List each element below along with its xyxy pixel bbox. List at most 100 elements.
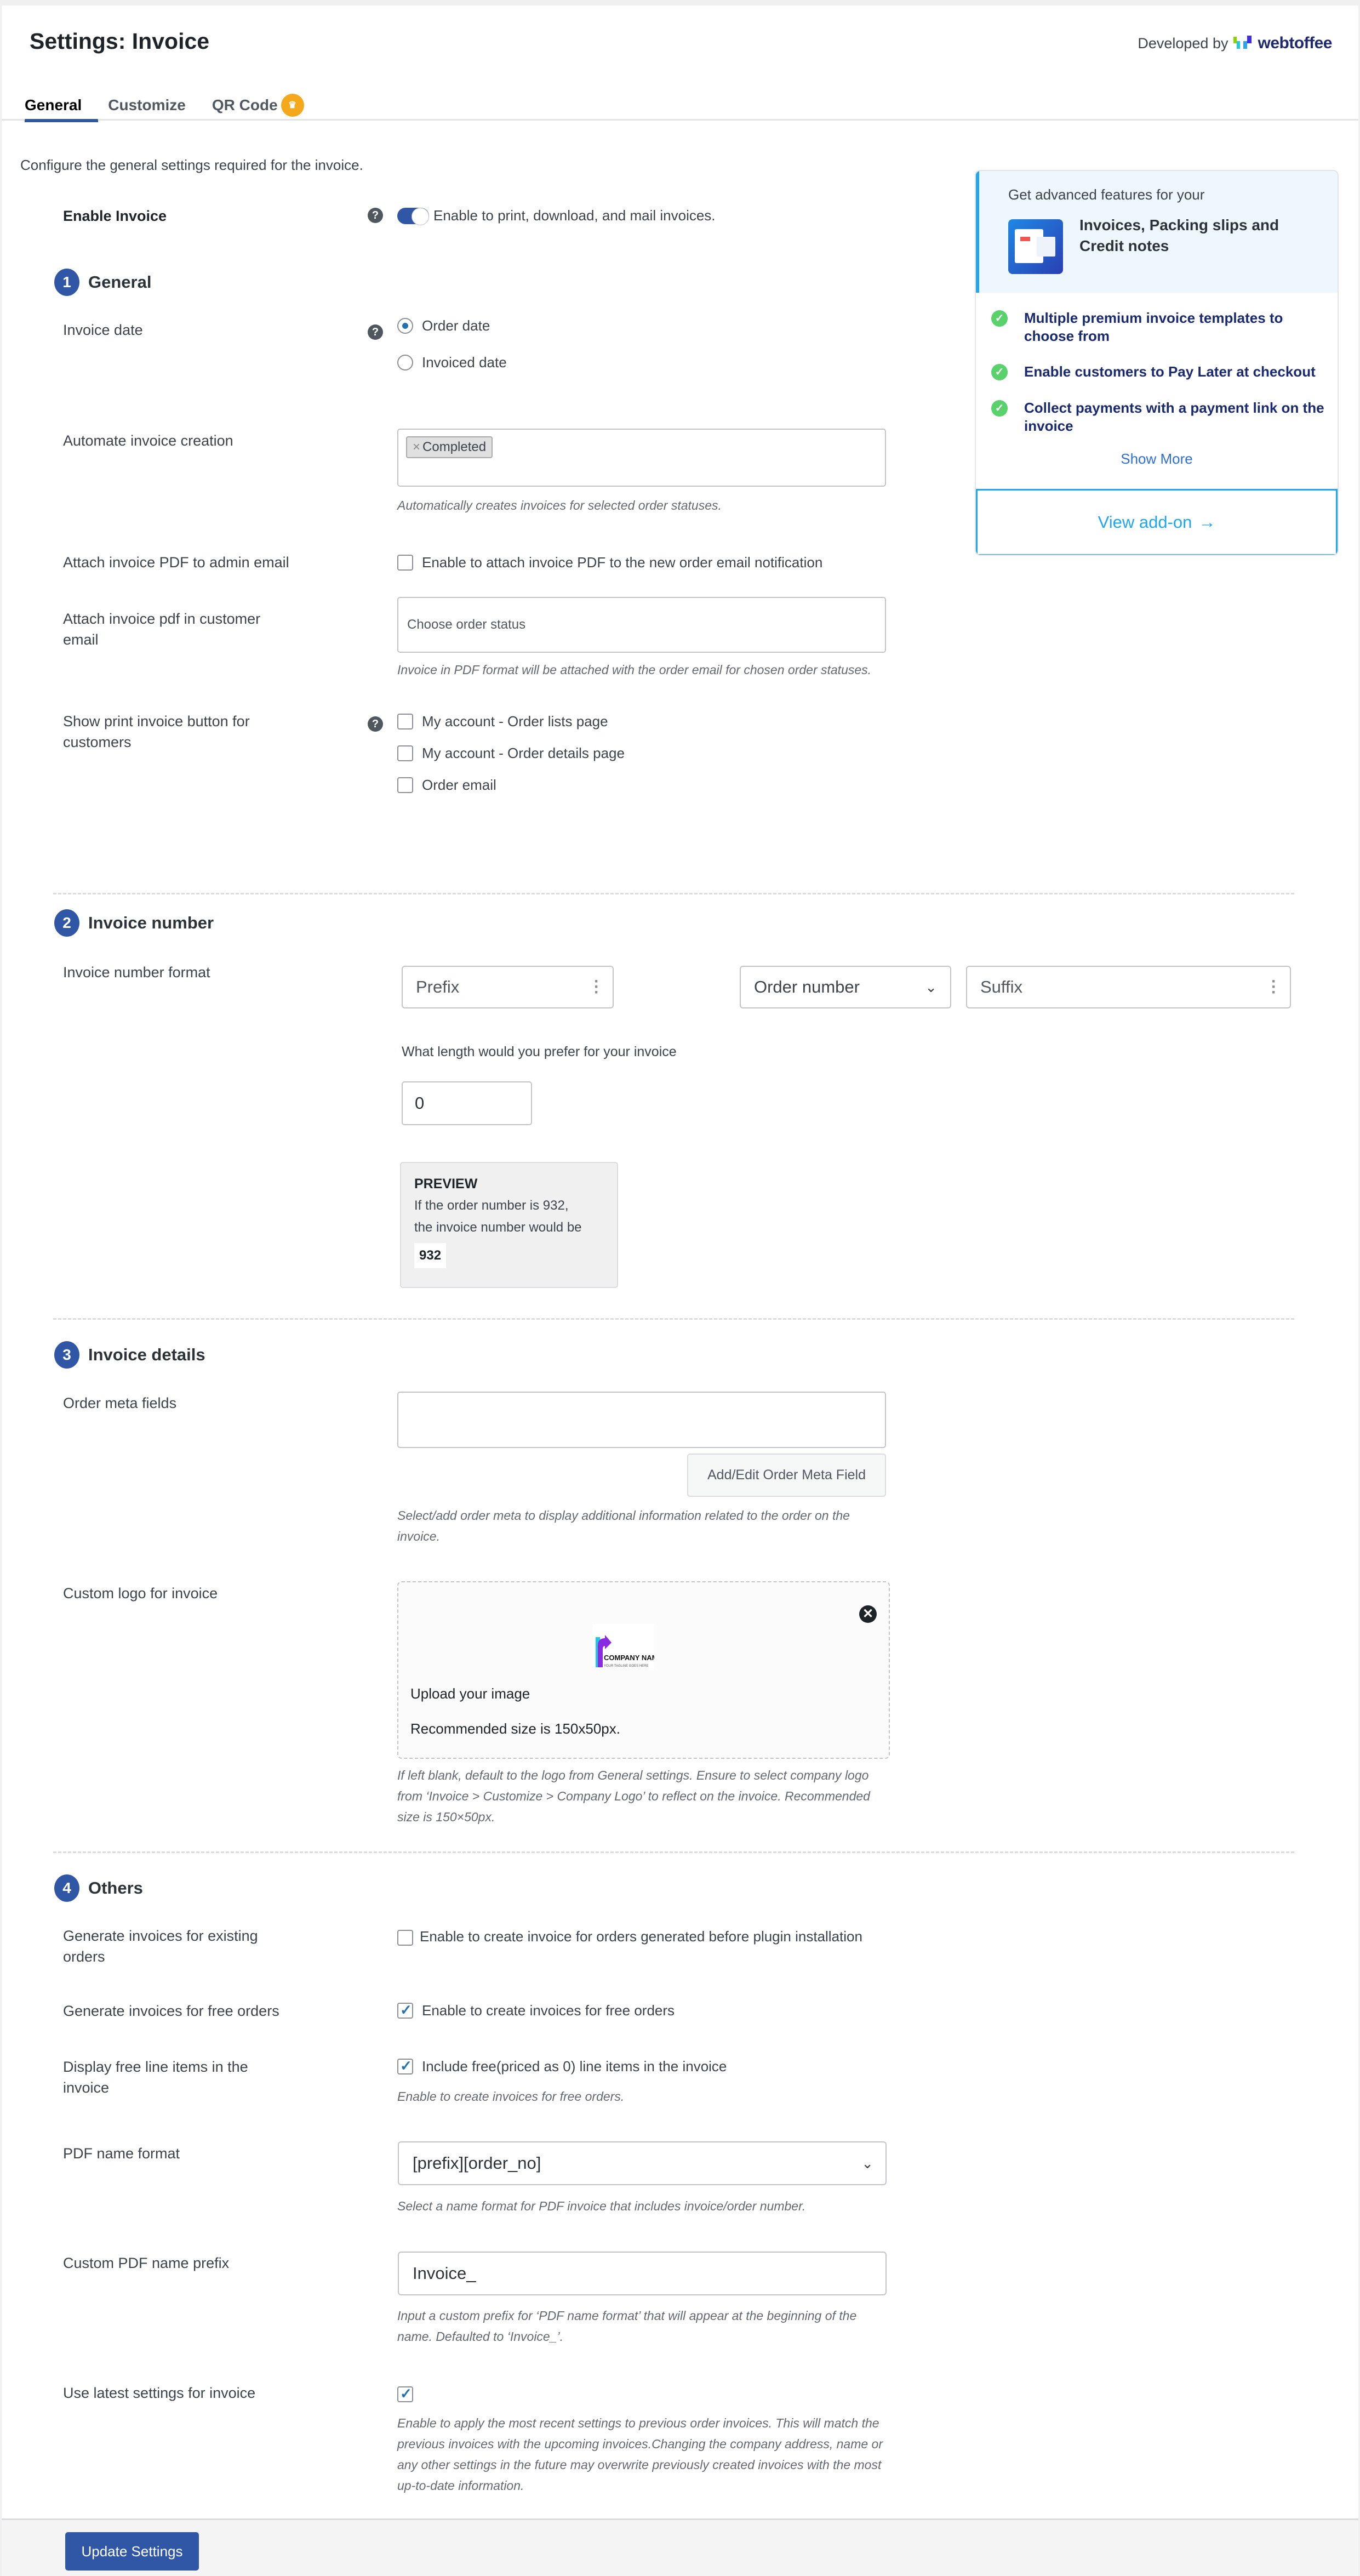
order-date-radio[interactable] [397,318,413,334]
suffix-field[interactable]: Suffix · · · [966,966,1291,1008]
existing-orders-checkbox[interactable] [397,1929,413,1946]
section-divider [53,1318,1294,1320]
show-more-link[interactable]: Show More [976,451,1338,468]
section-others-heading: 4 Others [54,1874,143,1902]
order-meta-desc: Select/add order meta to display additio… [397,1508,850,1543]
section-invoice-details-heading: 3 Invoice details [54,1341,205,1369]
free-orders-label: Generate invoices for free orders [63,2003,279,2019]
enable-invoice-toggle[interactable] [397,207,429,225]
company-logo-image: COMPANY NAME YOUR TAGLINE GOES HERE [593,1624,662,1670]
attach-admin-option[interactable]: Enable to attach invoice PDF to the new … [397,554,822,571]
remove-logo-icon[interactable]: ✕ [859,1605,877,1623]
pdf-name-format-select[interactable]: [prefix][order_no] ⌄ [398,2141,887,2185]
add-edit-order-meta-button[interactable]: Add/Edit Order Meta Field [687,1454,886,1497]
order-meta-select[interactable] [397,1392,886,1448]
help-icon[interactable]: ? [368,324,383,340]
settings-footer: Update Settings [2,2518,1358,2576]
latest-settings-checkbox[interactable] [397,2385,413,2403]
remove-tag-icon[interactable]: × [413,440,420,454]
option-label: Enable to create invoices for free order… [422,2002,675,2019]
attach-admin-label: Attach invoice PDF to admin email [63,554,289,571]
number-base-select[interactable]: Order number ⌄ [740,966,951,1008]
feature-text: Multiple premium invoice templates to ch… [1024,310,1283,344]
existing-orders-option[interactable]: Enable to create invoice for orders gene… [397,1927,885,1946]
preview-line: If the order number is 932, [414,1198,569,1213]
print-option[interactable]: My account - Order details page [397,745,625,762]
company-logo-icon: COMPANY NAME YOUR TAGLINE GOES HERE [596,1635,662,1668]
input-value: 0 [415,1093,425,1113]
attach-customer-desc: Invoice in PDF format will be attached w… [397,663,872,677]
free-orders-checkbox[interactable] [397,2002,413,2019]
promo-subtitle: Get advanced features for your [1008,186,1205,203]
pdf-name-prefix-label: Custom PDF name prefix [63,2255,230,2271]
placeholder: Suffix [980,977,1022,996]
automate-creation-desc: Automatically creates invoices for selec… [397,498,722,512]
section-title: Invoice number [88,913,214,932]
pdf-name-prefix-desc: Input a custom prefix for ‘PDF name form… [397,2309,857,2344]
free-line-items-option[interactable]: Include free(priced as 0) line items in … [397,2058,727,2075]
section-title: Others [88,1878,143,1897]
chevron-down-icon: ⌄ [925,978,937,995]
promo-feature: ✓ Multiple premium invoice templates to c… [991,309,1331,345]
print-button-label: Show print invoice button for customers [63,713,250,750]
developed-by: Developed by webtoffee [1138,34,1332,53]
status-tag: × Completed [406,436,493,458]
section-title: General [88,272,152,292]
view-addon-label: View add-on [1098,512,1192,532]
section-number-badge: 4 [54,1874,79,1902]
invoice-date-option[interactable]: Invoiced date [397,354,507,371]
selected-value: Order number [754,977,860,996]
update-settings-button[interactable]: Update Settings [65,2532,199,2571]
more-options-icon[interactable]: · · · [594,973,599,1001]
premium-addon-promo: Get advanced features for your Invoices,… [975,170,1339,556]
attach-customer-label: Attach invoice pdf in customer email [63,611,261,648]
prefix-field[interactable]: Prefix · · · [402,966,614,1008]
input-value: Invoice_ [413,2264,476,2283]
invoice-date-option[interactable]: Order date [397,317,490,334]
print-option[interactable]: My account - Order lists page [397,713,608,730]
invoiced-date-radio[interactable] [397,355,413,371]
settings-form: Enable Invoice ? Enable to print, downlo… [2,5,1294,2576]
order-email-checkbox[interactable] [397,777,413,793]
order-meta-label: Order meta fields [63,1395,177,1411]
print-option[interactable]: Order email [397,777,496,794]
help-icon[interactable]: ? [368,716,383,732]
section-divider [53,893,1294,894]
attach-admin-checkbox[interactable] [397,555,413,571]
length-label: What length would you prefer for your in… [402,1044,677,1059]
customer-email-status-select[interactable]: Choose order status [397,597,886,653]
help-icon[interactable]: ? [368,208,383,223]
option-label: Invoiced date [422,354,507,371]
placeholder: Choose order status [407,617,526,632]
free-orders-option[interactable]: Enable to create invoices for free order… [397,2002,675,2019]
custom-logo-label: Custom logo for invoice [63,1585,218,1602]
invoice-length-input[interactable]: 0 [402,1081,532,1125]
preview-title: PREVIEW [414,1176,478,1192]
webtoffee-logo[interactable]: webtoffee [1233,34,1332,53]
latest-settings-desc: Enable to apply the most recent settings… [397,2416,883,2493]
order-lists-checkbox[interactable] [397,714,413,730]
settings-page: Settings: Invoice Developed by webtoffee… [2,5,1358,2576]
section-divider [53,1851,1294,1853]
free-line-items-checkbox[interactable] [397,2058,413,2075]
pdf-name-format-desc: Select a name format for PDF invoice tha… [397,2199,806,2213]
placeholder: Prefix [416,977,460,996]
latest-settings-option[interactable] [397,2385,413,2403]
automate-creation-label: Automate invoice creation [63,432,233,449]
logo-name-text: COMPANY NAME [604,1654,654,1662]
logo-upload-area[interactable]: ✕ COMPANY NAME YOUR TAGLINE GOES HERE Up… [397,1581,890,1759]
more-options-icon[interactable]: · · · [1271,973,1277,1001]
pdf-name-prefix-input[interactable]: Invoice_ [398,2252,887,2295]
feature-text: Enable customers to Pay Later at checkou… [1024,363,1316,380]
selected-value: [prefix][order_no] [413,2153,541,2173]
tag-label: Completed [422,440,487,454]
order-status-multiselect[interactable]: × Completed [397,429,886,487]
view-addon-button[interactable]: View add-on → [976,489,1338,555]
webtoffee-mark-icon [1233,36,1254,51]
invoice-date-label: Invoice date [63,322,143,338]
custom-logo-desc: If left blank, default to the logo from … [397,1768,870,1824]
enable-invoice-control: Enable to print, download, and mail invo… [397,207,716,225]
order-details-checkbox[interactable] [397,745,413,761]
promo-feature: ✓ Enable customers to Pay Later at checko… [991,363,1331,381]
option-label: Enable to create invoice for orders gene… [420,1928,862,1945]
